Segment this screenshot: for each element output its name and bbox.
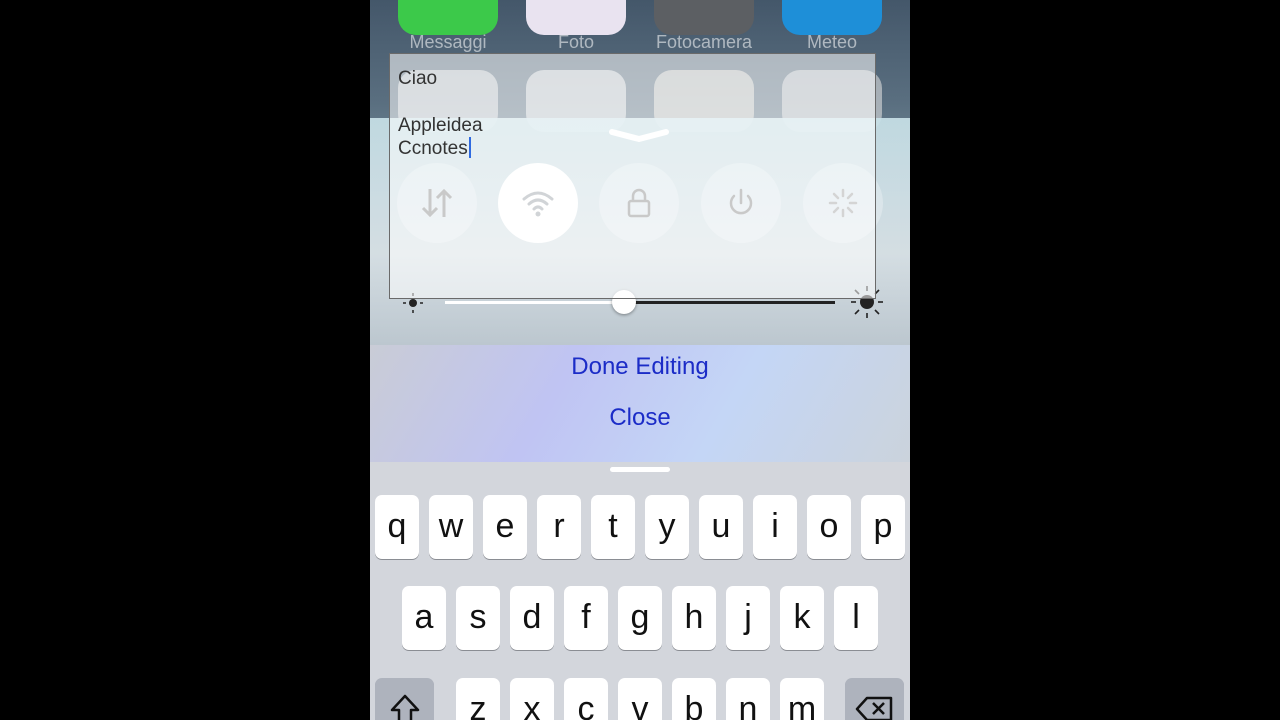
key-d[interactable]: d <box>510 586 554 650</box>
keyboard-grabber[interactable] <box>610 467 670 472</box>
weather-icon <box>782 0 882 35</box>
app-label: Messaggi <box>409 32 487 52</box>
key-z[interactable]: z <box>456 678 500 720</box>
key-j[interactable]: j <box>726 586 770 650</box>
text-caret <box>468 137 471 158</box>
slider-fill <box>445 301 625 304</box>
key-u[interactable]: u <box>699 495 743 559</box>
action-sheet: Done Editing Close <box>370 345 910 462</box>
note-line-3-text: Ccnotes <box>398 138 468 159</box>
key-l[interactable]: l <box>834 586 878 650</box>
backspace-icon <box>855 696 892 720</box>
app-row-1: Messaggi Foto Fotocamera Meteo <box>370 0 910 52</box>
note-line-1: Ciao <box>398 68 438 89</box>
shift-key[interactable] <box>375 678 434 720</box>
delete-key[interactable] <box>845 678 904 720</box>
key-y[interactable]: y <box>645 495 689 559</box>
key-p[interactable]: p <box>861 495 905 559</box>
key-f[interactable]: f <box>564 586 608 650</box>
shift-icon <box>390 694 419 720</box>
key-c[interactable]: c <box>564 678 608 720</box>
app-label: Meteo <box>806 32 858 52</box>
key-x[interactable]: x <box>510 678 554 720</box>
app-photos[interactable]: Foto <box>526 0 626 52</box>
key-w[interactable]: w <box>429 495 473 559</box>
camera-icon <box>654 0 754 35</box>
key-o[interactable]: o <box>807 495 851 559</box>
key-t[interactable]: t <box>591 495 635 559</box>
photos-icon <box>526 0 626 35</box>
key-b[interactable]: b <box>672 678 716 720</box>
messages-icon <box>398 0 498 35</box>
done-editing-button[interactable]: Done Editing <box>370 353 910 381</box>
app-label: Foto <box>557 32 595 52</box>
key-h[interactable]: h <box>672 586 716 650</box>
key-m[interactable]: m <box>780 678 824 720</box>
key-r[interactable]: r <box>537 495 581 559</box>
key-k[interactable]: k <box>780 586 824 650</box>
app-messages[interactable]: Messaggi <box>398 0 498 52</box>
phone-screen: Messaggi Foto Fotocamera Meteo Ciao Appl… <box>370 0 910 720</box>
app-label: Fotocamera <box>655 32 753 52</box>
key-i[interactable]: i <box>753 495 797 559</box>
key-e[interactable]: e <box>483 495 527 559</box>
key-q[interactable]: q <box>375 495 419 559</box>
note-editor[interactable]: Ciao Appleidea Ccnotes <box>389 53 876 299</box>
key-v[interactable]: v <box>618 678 662 720</box>
app-camera[interactable]: Fotocamera <box>654 0 754 52</box>
key-s[interactable]: s <box>456 586 500 650</box>
key-n[interactable]: n <box>726 678 770 720</box>
close-button[interactable]: Close <box>370 404 910 432</box>
app-weather[interactable]: Meteo <box>782 0 882 52</box>
key-a[interactable]: a <box>402 586 446 650</box>
note-line-2: Appleidea <box>398 115 483 136</box>
keyboard: qwertyuiop asdfghjkl zxcvbnm <box>370 462 910 720</box>
note-line-3: Ccnotes <box>398 137 471 160</box>
key-g[interactable]: g <box>618 586 662 650</box>
